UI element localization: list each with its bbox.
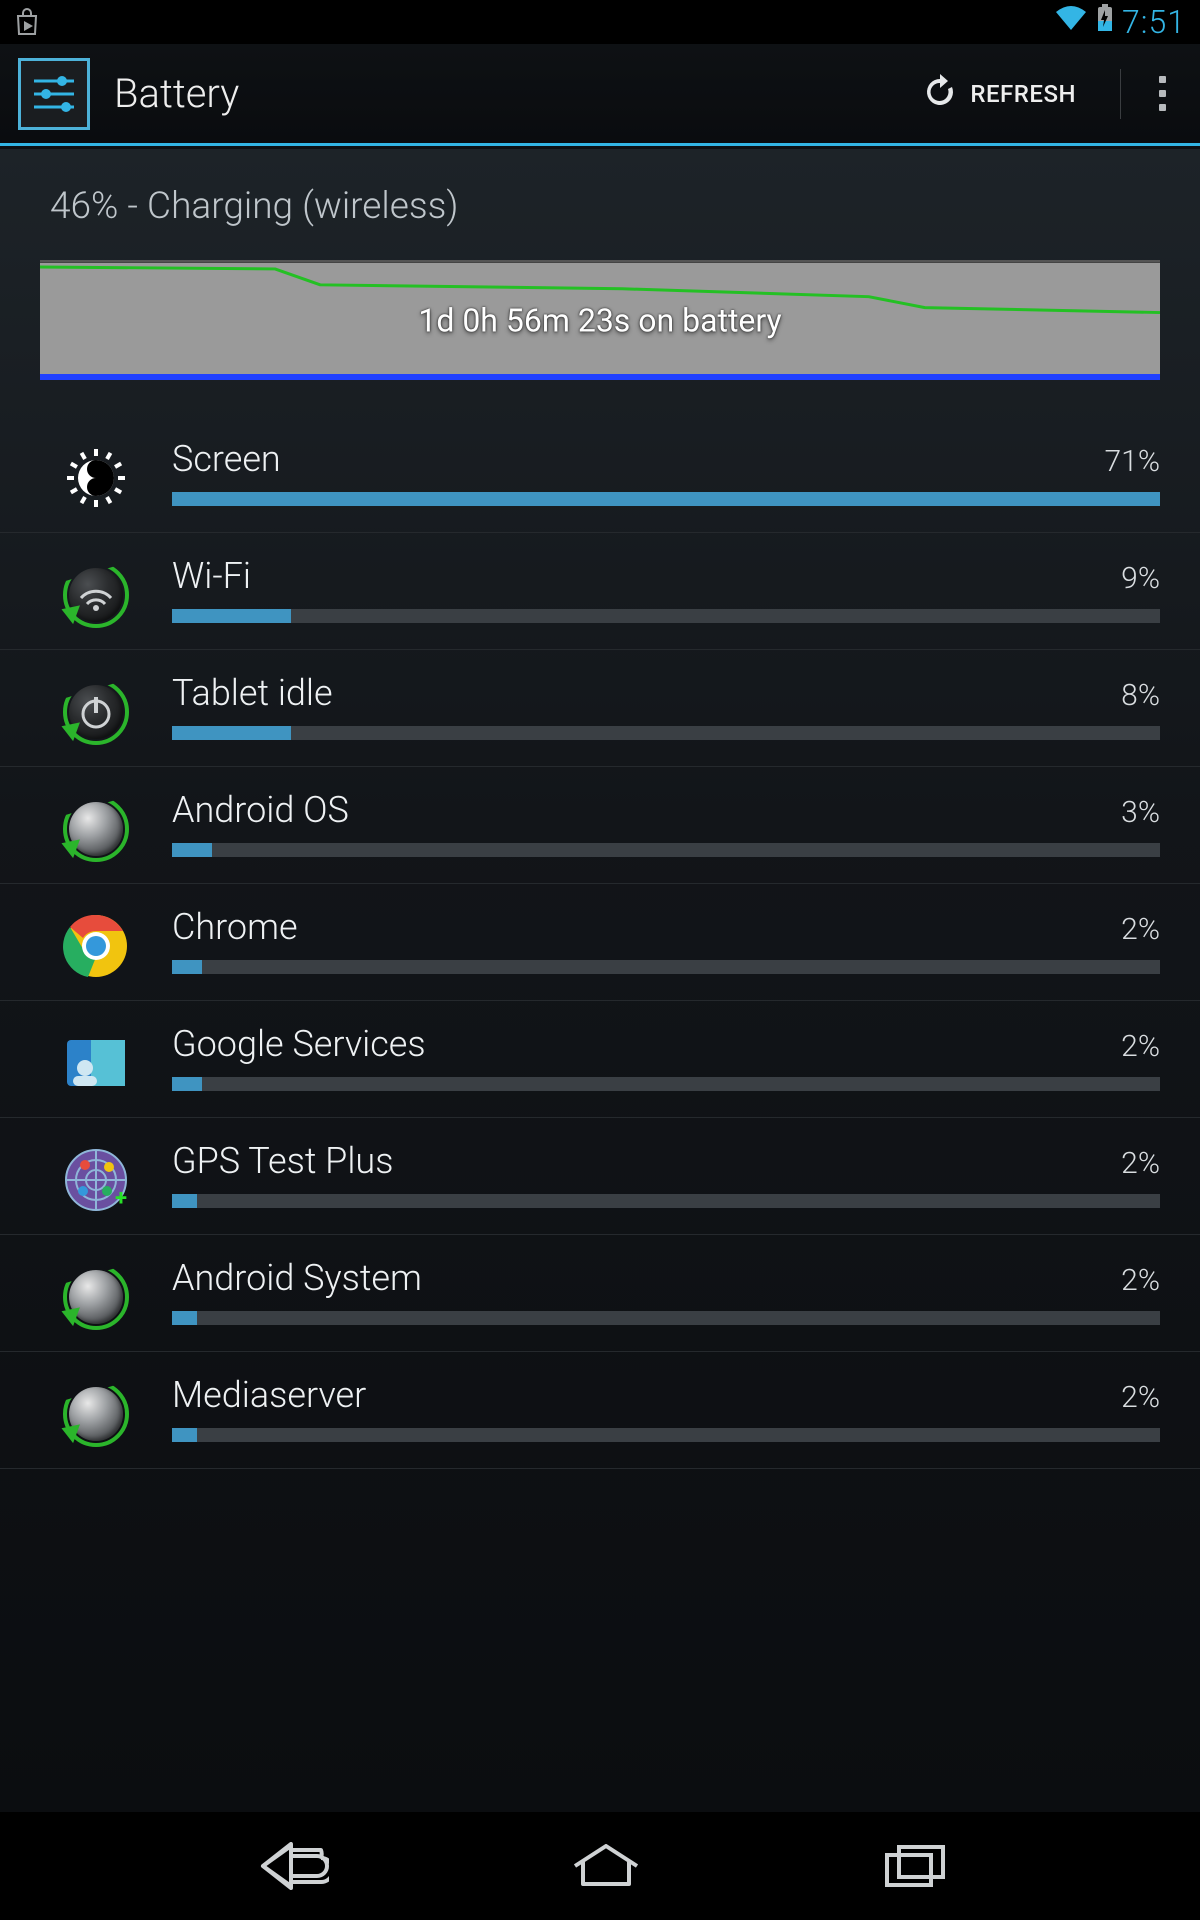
home-button[interactable] [569, 1844, 643, 1888]
chrome-icon [60, 910, 132, 982]
usage-row[interactable]: Google Services 2% [0, 1001, 1200, 1118]
refresh-label: REFRESH [970, 80, 1076, 108]
row-label: Screen [172, 438, 281, 480]
row-label: Wi-Fi [172, 555, 251, 597]
back-button[interactable] [253, 1842, 329, 1890]
usage-bar [172, 726, 1160, 740]
row-percentage: 2% [1121, 912, 1160, 947]
usage-row[interactable]: Mediaserver 2% [0, 1352, 1200, 1469]
row-label: Tablet idle [172, 672, 333, 714]
status-bar: 7:51 [0, 0, 1200, 44]
power-icon [60, 676, 132, 748]
row-percentage: 2% [1121, 1029, 1160, 1064]
row-label: GPS Test Plus [172, 1140, 393, 1182]
usage-row[interactable]: Android System 2% [0, 1235, 1200, 1352]
battery-history-chart[interactable]: 1d 0h 56m 23s on battery [40, 260, 1160, 380]
page-title: Battery [114, 70, 900, 117]
row-percentage: 3% [1121, 795, 1160, 830]
row-percentage: 2% [1121, 1146, 1160, 1181]
wifi-icon [60, 559, 132, 631]
refresh-icon [922, 74, 958, 114]
refresh-button[interactable]: REFRESH [900, 60, 1098, 128]
row-percentage: 71% [1105, 444, 1160, 479]
usage-bar [172, 609, 1160, 623]
usage-bar [172, 492, 1160, 506]
usage-bar [172, 960, 1160, 974]
row-label: Android System [172, 1257, 422, 1299]
android-icon [60, 1378, 132, 1450]
clock: 7:51 [1122, 3, 1186, 41]
usage-row[interactable]: Android OS 3% [0, 767, 1200, 884]
android-icon [60, 793, 132, 865]
usage-row[interactable]: + GPS Test Plus 2% [0, 1118, 1200, 1235]
battery-usage-list: Screen 71% Wi-Fi 9% Tablet idle 8% [0, 416, 1200, 1469]
navigation-bar [0, 1812, 1200, 1920]
row-percentage: 9% [1121, 561, 1160, 596]
gps-icon: + [60, 1144, 132, 1216]
content-area: 46% - Charging (wireless) 1d 0h 56m 23s … [0, 149, 1200, 1812]
overflow-menu-button[interactable] [1143, 68, 1182, 119]
usage-bar [172, 843, 1160, 857]
usage-bar [172, 1311, 1160, 1325]
usage-bar [172, 1077, 1160, 1091]
usage-bar [172, 1194, 1160, 1208]
row-percentage: 2% [1121, 1380, 1160, 1415]
row-percentage: 2% [1121, 1263, 1160, 1298]
usage-bar [172, 1428, 1160, 1442]
settings-icon[interactable] [18, 58, 90, 130]
usage-row[interactable]: Chrome 2% [0, 884, 1200, 1001]
usage-row[interactable]: Tablet idle 8% [0, 650, 1200, 767]
svg-text:+: + [115, 1186, 127, 1211]
wifi-icon [1054, 4, 1088, 40]
screen-icon [60, 442, 132, 514]
row-percentage: 8% [1121, 678, 1160, 713]
usage-row[interactable]: Wi-Fi 9% [0, 533, 1200, 650]
battery-charging-icon [1096, 3, 1114, 41]
battery-status-summary: 46% - Charging (wireless) [0, 185, 1200, 250]
row-label: Chrome [172, 906, 298, 948]
usage-row[interactable]: Screen 71% [0, 416, 1200, 533]
row-label: Mediaserver [172, 1374, 366, 1416]
divider [1120, 69, 1121, 119]
android-icon [60, 1261, 132, 1333]
chart-duration-label: 1d 0h 56m 23s on battery [418, 301, 781, 339]
gservices-icon [60, 1027, 132, 1099]
row-label: Android OS [172, 789, 349, 831]
recent-apps-button[interactable] [883, 1843, 947, 1889]
action-bar: Battery REFRESH [0, 44, 1200, 146]
play-store-notification-icon [14, 7, 40, 37]
row-label: Google Services [172, 1023, 426, 1065]
